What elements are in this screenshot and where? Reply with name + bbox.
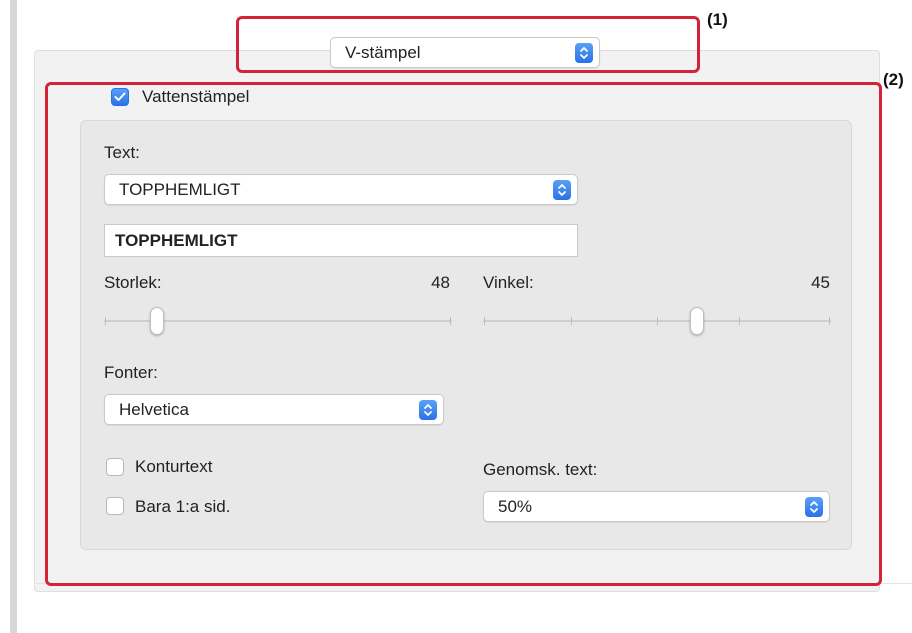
annotation-box-1 [236,16,700,73]
annotation-label-1: (1) [707,10,728,29]
left-scroll-edge [10,0,17,633]
annotation-box-2 [45,82,882,586]
annotation-label-2: (2) [883,70,904,89]
